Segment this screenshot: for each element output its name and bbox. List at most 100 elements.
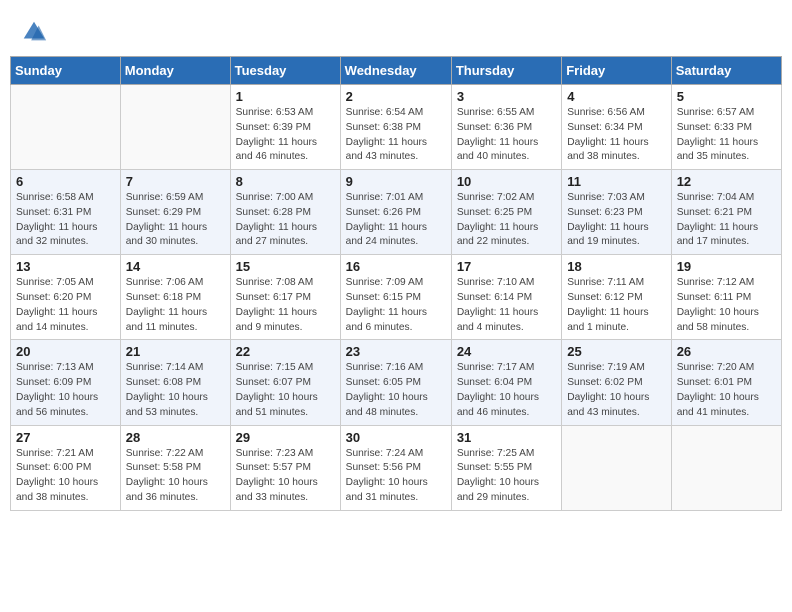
day-detail: Sunrise: 7:01 AM Sunset: 6:26 PM Dayligh… xyxy=(346,191,446,250)
calendar-cell: 27 Sunrise: 7:21 AM Sunset: 6:00 PM Dayli… xyxy=(11,425,121,510)
day-number: 2 xyxy=(346,89,446,104)
day-number: 16 xyxy=(346,259,446,274)
day-detail: Sunrise: 7:05 AM Sunset: 6:20 PM Dayligh… xyxy=(16,276,115,335)
day-detail: Sunrise: 6:57 AM Sunset: 6:33 PM Dayligh… xyxy=(677,106,776,165)
day-detail: Sunrise: 7:16 AM Sunset: 6:05 PM Dayligh… xyxy=(346,361,446,420)
calendar-header-sunday: Sunday xyxy=(11,57,121,85)
calendar-cell: 16 Sunrise: 7:09 AM Sunset: 6:15 PM Dayli… xyxy=(340,255,451,340)
day-detail: Sunrise: 7:04 AM Sunset: 6:21 PM Dayligh… xyxy=(677,191,776,250)
day-detail: Sunrise: 7:02 AM Sunset: 6:25 PM Dayligh… xyxy=(457,191,556,250)
day-number: 25 xyxy=(567,344,665,359)
logo xyxy=(20,18,50,46)
day-number: 1 xyxy=(236,89,335,104)
day-number: 28 xyxy=(126,430,225,445)
calendar-cell: 22 Sunrise: 7:15 AM Sunset: 6:07 PM Dayli… xyxy=(230,340,340,425)
calendar-header-tuesday: Tuesday xyxy=(230,57,340,85)
day-number: 12 xyxy=(677,174,776,189)
day-number: 11 xyxy=(567,174,665,189)
calendar-cell: 25 Sunrise: 7:19 AM Sunset: 6:02 PM Dayli… xyxy=(562,340,671,425)
day-number: 26 xyxy=(677,344,776,359)
day-number: 4 xyxy=(567,89,665,104)
calendar-cell: 6 Sunrise: 6:58 AM Sunset: 6:31 PM Daylig… xyxy=(11,170,121,255)
calendar-cell: 28 Sunrise: 7:22 AM Sunset: 5:58 PM Dayli… xyxy=(120,425,230,510)
day-number: 22 xyxy=(236,344,335,359)
calendar-cell xyxy=(562,425,671,510)
calendar-cell: 21 Sunrise: 7:14 AM Sunset: 6:08 PM Dayli… xyxy=(120,340,230,425)
day-detail: Sunrise: 7:20 AM Sunset: 6:01 PM Dayligh… xyxy=(677,361,776,420)
day-number: 21 xyxy=(126,344,225,359)
logo-icon xyxy=(20,18,48,46)
calendar-header-row: SundayMondayTuesdayWednesdayThursdayFrid… xyxy=(11,57,782,85)
day-number: 31 xyxy=(457,430,556,445)
day-number: 20 xyxy=(16,344,115,359)
day-detail: Sunrise: 7:25 AM Sunset: 5:55 PM Dayligh… xyxy=(457,447,556,506)
day-number: 3 xyxy=(457,89,556,104)
day-number: 19 xyxy=(677,259,776,274)
day-detail: Sunrise: 7:23 AM Sunset: 5:57 PM Dayligh… xyxy=(236,447,335,506)
calendar-header-monday: Monday xyxy=(120,57,230,85)
calendar-cell: 7 Sunrise: 6:59 AM Sunset: 6:29 PM Daylig… xyxy=(120,170,230,255)
day-detail: Sunrise: 7:13 AM Sunset: 6:09 PM Dayligh… xyxy=(16,361,115,420)
day-number: 9 xyxy=(346,174,446,189)
day-detail: Sunrise: 7:03 AM Sunset: 6:23 PM Dayligh… xyxy=(567,191,665,250)
day-number: 30 xyxy=(346,430,446,445)
day-detail: Sunrise: 7:08 AM Sunset: 6:17 PM Dayligh… xyxy=(236,276,335,335)
calendar-cell: 17 Sunrise: 7:10 AM Sunset: 6:14 PM Dayli… xyxy=(451,255,561,340)
calendar-cell: 31 Sunrise: 7:25 AM Sunset: 5:55 PM Dayli… xyxy=(451,425,561,510)
day-detail: Sunrise: 7:11 AM Sunset: 6:12 PM Dayligh… xyxy=(567,276,665,335)
day-number: 7 xyxy=(126,174,225,189)
calendar-cell: 9 Sunrise: 7:01 AM Sunset: 6:26 PM Daylig… xyxy=(340,170,451,255)
day-detail: Sunrise: 7:14 AM Sunset: 6:08 PM Dayligh… xyxy=(126,361,225,420)
page-header xyxy=(10,10,782,52)
calendar-cell: 20 Sunrise: 7:13 AM Sunset: 6:09 PM Dayli… xyxy=(11,340,121,425)
calendar-cell: 2 Sunrise: 6:54 AM Sunset: 6:38 PM Daylig… xyxy=(340,85,451,170)
calendar-cell: 26 Sunrise: 7:20 AM Sunset: 6:01 PM Dayli… xyxy=(671,340,781,425)
day-number: 27 xyxy=(16,430,115,445)
day-detail: Sunrise: 7:06 AM Sunset: 6:18 PM Dayligh… xyxy=(126,276,225,335)
calendar-cell: 19 Sunrise: 7:12 AM Sunset: 6:11 PM Dayli… xyxy=(671,255,781,340)
day-number: 10 xyxy=(457,174,556,189)
calendar-cell: 29 Sunrise: 7:23 AM Sunset: 5:57 PM Dayli… xyxy=(230,425,340,510)
day-number: 8 xyxy=(236,174,335,189)
day-number: 13 xyxy=(16,259,115,274)
day-number: 23 xyxy=(346,344,446,359)
calendar-cell: 12 Sunrise: 7:04 AM Sunset: 6:21 PM Dayli… xyxy=(671,170,781,255)
calendar-cell: 5Sunrise: 6:57 AM Sunset: 6:33 PM Daylig… xyxy=(671,85,781,170)
calendar-week-row: 6 Sunrise: 6:58 AM Sunset: 6:31 PM Daylig… xyxy=(11,170,782,255)
day-number: 15 xyxy=(236,259,335,274)
calendar-header-thursday: Thursday xyxy=(451,57,561,85)
calendar-week-row: 20 Sunrise: 7:13 AM Sunset: 6:09 PM Dayli… xyxy=(11,340,782,425)
day-detail: Sunrise: 6:58 AM Sunset: 6:31 PM Dayligh… xyxy=(16,191,115,250)
day-number: 24 xyxy=(457,344,556,359)
calendar-header-saturday: Saturday xyxy=(671,57,781,85)
day-detail: Sunrise: 7:09 AM Sunset: 6:15 PM Dayligh… xyxy=(346,276,446,335)
calendar-week-row: 1 Sunrise: 6:53 AM Sunset: 6:39 PM Daylig… xyxy=(11,85,782,170)
day-detail: Sunrise: 7:15 AM Sunset: 6:07 PM Dayligh… xyxy=(236,361,335,420)
calendar-cell: 8Sunrise: 7:00 AM Sunset: 6:28 PM Daylig… xyxy=(230,170,340,255)
day-detail: Sunrise: 7:12 AM Sunset: 6:11 PM Dayligh… xyxy=(677,276,776,335)
day-detail: Sunrise: 7:21 AM Sunset: 6:00 PM Dayligh… xyxy=(16,447,115,506)
calendar-cell: 11 Sunrise: 7:03 AM Sunset: 6:23 PM Dayli… xyxy=(562,170,671,255)
day-number: 29 xyxy=(236,430,335,445)
calendar-cell: 30Sunrise: 7:24 AM Sunset: 5:56 PM Dayli… xyxy=(340,425,451,510)
day-detail: Sunrise: 6:54 AM Sunset: 6:38 PM Dayligh… xyxy=(346,106,446,165)
calendar-cell: 15 Sunrise: 7:08 AM Sunset: 6:17 PM Dayli… xyxy=(230,255,340,340)
day-detail: Sunrise: 7:22 AM Sunset: 5:58 PM Dayligh… xyxy=(126,447,225,506)
calendar-cell: 10 Sunrise: 7:02 AM Sunset: 6:25 PM Dayli… xyxy=(451,170,561,255)
calendar-header-friday: Friday xyxy=(562,57,671,85)
calendar-cell xyxy=(120,85,230,170)
calendar-cell: 24 Sunrise: 7:17 AM Sunset: 6:04 PM Dayli… xyxy=(451,340,561,425)
day-detail: Sunrise: 7:17 AM Sunset: 6:04 PM Dayligh… xyxy=(457,361,556,420)
day-detail: Sunrise: 7:10 AM Sunset: 6:14 PM Dayligh… xyxy=(457,276,556,335)
day-detail: Sunrise: 7:19 AM Sunset: 6:02 PM Dayligh… xyxy=(567,361,665,420)
day-number: 17 xyxy=(457,259,556,274)
day-detail: Sunrise: 6:56 AM Sunset: 6:34 PM Dayligh… xyxy=(567,106,665,165)
day-detail: Sunrise: 6:55 AM Sunset: 6:36 PM Dayligh… xyxy=(457,106,556,165)
day-detail: Sunrise: 6:53 AM Sunset: 6:39 PM Dayligh… xyxy=(236,106,335,165)
calendar-cell: 18 Sunrise: 7:11 AM Sunset: 6:12 PM Dayli… xyxy=(562,255,671,340)
calendar-cell: 1 Sunrise: 6:53 AM Sunset: 6:39 PM Daylig… xyxy=(230,85,340,170)
calendar-week-row: 13 Sunrise: 7:05 AM Sunset: 6:20 PM Dayli… xyxy=(11,255,782,340)
day-number: 18 xyxy=(567,259,665,274)
day-detail: Sunrise: 6:59 AM Sunset: 6:29 PM Dayligh… xyxy=(126,191,225,250)
day-number: 6 xyxy=(16,174,115,189)
